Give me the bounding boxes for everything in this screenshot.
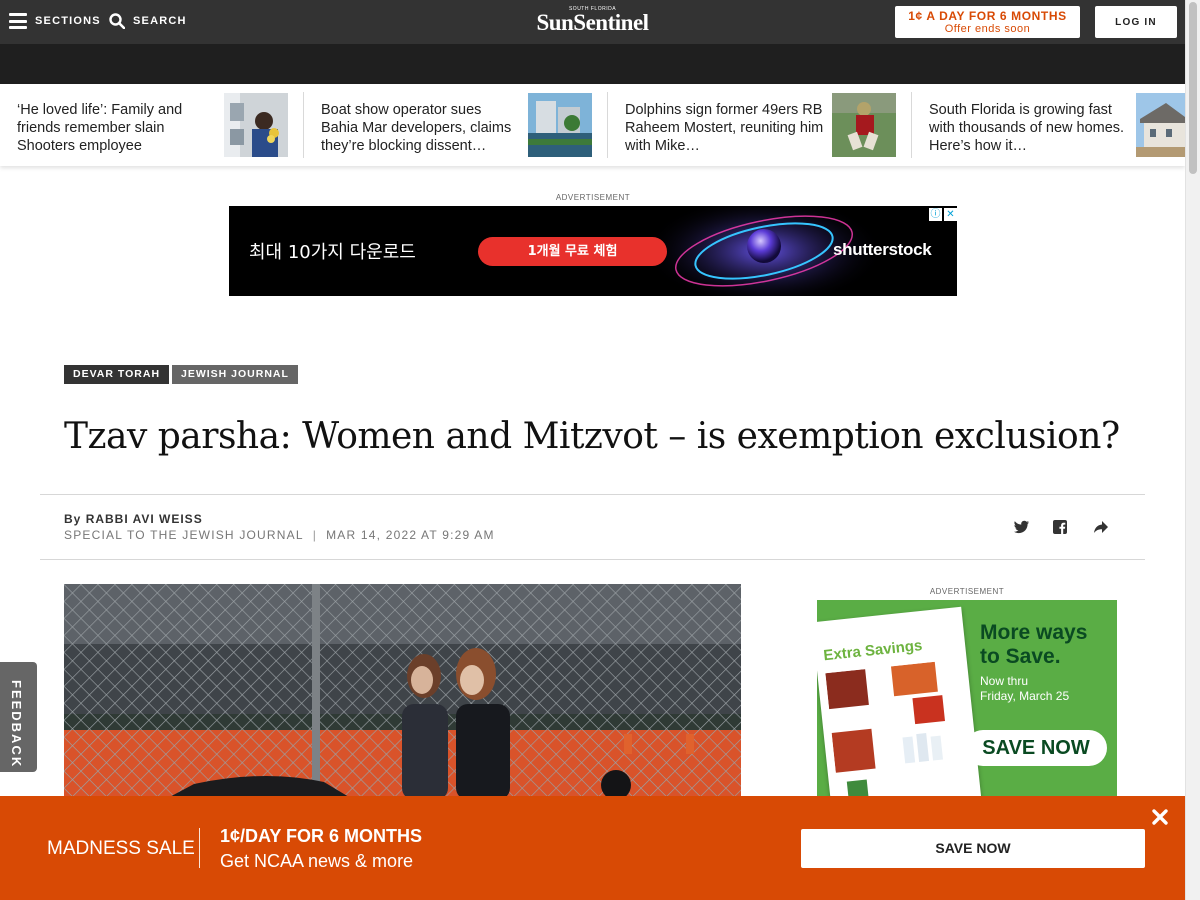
carousel-divider xyxy=(911,92,912,158)
share-arrow-icon[interactable] xyxy=(1091,517,1111,537)
meta-separator: | xyxy=(312,528,318,542)
site-logo[interactable]: SOUTH FLORIDA SunSentinel xyxy=(515,6,670,38)
carousel-item[interactable]: ‘He loved life’: Family and friends reme… xyxy=(17,92,289,158)
advertisement-label: ADVERTISEMENT xyxy=(555,193,631,202)
carousel-item-title: South Florida is growing fast with thous… xyxy=(929,102,1125,154)
promo-deadline: Offer ends soon xyxy=(944,23,1031,35)
ad-brand-logo: shutterstock xyxy=(833,240,932,259)
promo-offer: 1¢ A DAY FOR 6 MONTHS xyxy=(908,9,1067,23)
site-header: SECTIONS SEARCH SOUTH FLORIDA SunSentine… xyxy=(0,0,1185,44)
ad-close-icon[interactable]: ✕ xyxy=(944,208,957,221)
tag-jewish-journal[interactable]: JEWISH JOURNAL xyxy=(172,365,298,384)
side-advertisement-label: ADVERTISEMENT xyxy=(929,587,1005,596)
feedback-tab[interactable]: FEEDBACK xyxy=(0,662,37,772)
carousel-item-title: Boat show operator sues Bahia Mar develo… xyxy=(321,102,512,154)
login-button[interactable]: LOG IN xyxy=(1095,6,1177,38)
promo-save-now-button[interactable]: SAVE NOW xyxy=(801,829,1145,868)
carousel-item[interactable]: Boat show operator sues Bahia Mar develo… xyxy=(321,92,593,158)
carousel-item[interactable]: Dolphins sign former 49ers RB Raheem Mos… xyxy=(625,92,897,158)
carousel-divider xyxy=(303,92,304,158)
header-subbar xyxy=(0,44,1185,84)
subscription-promo-bar: MADNESS SALE 1¢/DAY FOR 6 MONTHS Get NCA… xyxy=(0,796,1185,900)
promo-sale-label: MADNESS SALE xyxy=(47,838,195,859)
football-player-photo-thumbnail xyxy=(832,93,896,157)
side-ad-dates: Now thru Friday, March 25 xyxy=(980,674,1069,704)
tag-devar-torah[interactable]: DEVAR TORAH xyxy=(64,365,170,384)
house-photo-thumbnail xyxy=(1136,93,1185,157)
side-ad-headline-line-2: to Save. xyxy=(980,645,1061,668)
side-ad-headline: More ways to Save. xyxy=(980,621,1087,669)
promo-offer-line: 1¢/DAY FOR 6 MONTHS xyxy=(220,826,423,846)
publix-side-ad[interactable]: Extra Savings More ways to Save. Now thr… xyxy=(817,600,1117,800)
headline-carousel: ‘He loved life’: Family and friends reme… xyxy=(0,84,1185,166)
memorial-photo-thumbnail xyxy=(224,93,288,157)
carousel-item-title: Dolphins sign former 49ers RB Raheem Mos… xyxy=(625,102,824,154)
flyer-title: Extra Savings xyxy=(822,637,924,665)
side-ad-dates-line-2: Friday, March 25 xyxy=(980,689,1070,703)
scrollbar-thumb[interactable] xyxy=(1189,2,1197,174)
promo-description: Get NCAA news & more xyxy=(220,851,414,871)
article-source: SPECIAL TO THE JEWISH JOURNAL xyxy=(64,528,304,542)
flyer-products-art xyxy=(825,661,945,800)
side-ad-headline-line-1: More ways xyxy=(980,621,1088,644)
sections-menu-button[interactable]: SECTIONS xyxy=(9,13,101,29)
promo-divider xyxy=(199,828,200,868)
sections-label: SECTIONS xyxy=(35,15,101,27)
ad-info-icon[interactable]: ⓘ xyxy=(929,208,942,221)
carousel-item[interactable]: South Florida is growing fast with thous… xyxy=(929,92,1185,158)
shutterstock-ad-banner[interactable]: 최대 10가지 다운로드 1개월 무료 체험 shutterstock ⓘ ✕ xyxy=(229,206,957,296)
byline-top-divider xyxy=(40,494,1145,495)
ad-flyer-image: Extra Savings xyxy=(817,606,983,800)
publish-date: MAR 14, 2022 AT 9:29 AM xyxy=(326,528,495,542)
search-label: SEARCH xyxy=(133,15,187,27)
ad-headline: 최대 10가지 다운로드 xyxy=(249,242,416,263)
author-name[interactable]: RABBI AVI WEISS xyxy=(86,512,203,526)
search-button[interactable]: SEARCH xyxy=(109,13,187,29)
byline-prefix: By xyxy=(64,512,82,526)
byline: By RABBI AVI WEISS xyxy=(64,512,203,526)
carousel-divider xyxy=(607,92,608,158)
byline-meta: SPECIAL TO THE JEWISH JOURNAL | MAR 14, 20… xyxy=(64,528,495,542)
subscribe-promo-button[interactable]: 1¢ A DAY FOR 6 MONTHS Offer ends soon xyxy=(895,6,1080,38)
search-icon xyxy=(109,13,125,29)
hamburger-icon xyxy=(9,13,27,29)
side-ad-dates-line-1: Now thru xyxy=(980,674,1029,688)
article-hero-image[interactable] xyxy=(64,584,741,800)
page-scrollbar[interactable] xyxy=(1185,0,1200,900)
byline-bottom-divider xyxy=(40,559,1145,560)
side-ad-save-button[interactable]: SAVE NOW xyxy=(965,730,1107,766)
marina-photo-thumbnail xyxy=(528,93,592,157)
carousel-item-title: ‘He loved life’: Family and friends reme… xyxy=(17,102,183,154)
facebook-icon[interactable] xyxy=(1050,517,1070,537)
feedback-label: FEEDBACK xyxy=(9,680,24,769)
article-headline: Tzav parsha: Women and Mitzvot – is exem… xyxy=(64,416,1120,457)
twitter-icon[interactable] xyxy=(1011,517,1031,537)
close-icon[interactable] xyxy=(1151,808,1169,826)
ad-choices[interactable]: ⓘ ✕ xyxy=(927,208,957,221)
logo-wordmark: SunSentinel xyxy=(536,10,649,35)
ad-cta-button[interactable]: 1개월 무료 체험 xyxy=(478,237,667,266)
